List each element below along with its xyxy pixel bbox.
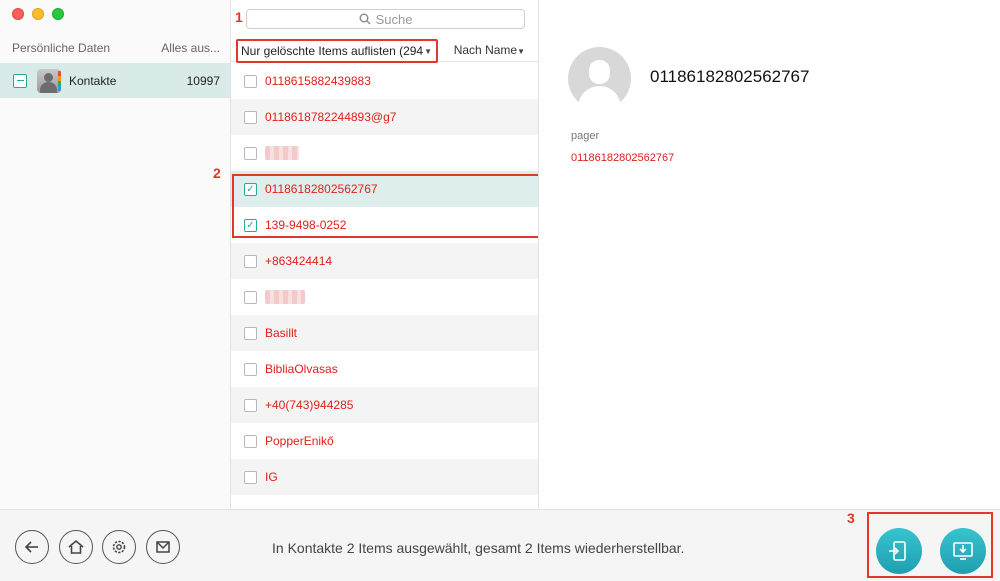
- redacted-name: [265, 146, 299, 160]
- mail-button[interactable]: [146, 530, 180, 564]
- sidebar-header-title: Persönliche Daten: [12, 41, 111, 55]
- list-item[interactable]: Basillt: [231, 315, 538, 351]
- item-name: PopperEnikő: [265, 434, 334, 448]
- item-name: IG: [265, 470, 278, 484]
- search-field[interactable]: Suche: [246, 9, 525, 29]
- selection-highlight-box: [232, 174, 538, 238]
- list-item[interactable]: PopperEnikő: [231, 423, 538, 459]
- filter-dropdown-label: Nur gelöschte Items auflisten (294: [241, 44, 424, 58]
- list-item[interactable]: 0118615882439883: [231, 63, 538, 99]
- status-text: In Kontakte 2 Items ausgewählt, gesamt 2…: [272, 540, 685, 556]
- item-name: 0118615882439883: [265, 74, 371, 88]
- gear-icon: [112, 540, 126, 554]
- home-button[interactable]: [59, 530, 93, 564]
- recover-to-device-button[interactable]: [876, 528, 922, 574]
- item-checkbox[interactable]: [244, 470, 257, 484]
- item-list-panel: Suche Nur gelöschte Items auflisten (294…: [231, 0, 539, 509]
- item-checkbox[interactable]: [244, 254, 257, 268]
- avatar: [568, 47, 631, 110]
- list-item[interactable]: IG: [231, 459, 538, 495]
- item-checkbox[interactable]: [244, 74, 257, 88]
- back-icon: [24, 541, 38, 553]
- list-item[interactable]: [231, 135, 538, 171]
- app-window: Persönliche Daten Alles aus... Kontakte …: [0, 0, 1000, 581]
- field-label: pager: [571, 130, 600, 142]
- step-marker-1: 1: [235, 9, 243, 25]
- chevron-down-icon: ▼: [424, 46, 433, 56]
- list-item[interactable]: +40(743)944285: [231, 387, 538, 423]
- search-placeholder: Suche: [375, 11, 413, 27]
- list-item[interactable]: 0118618782244893@g7: [231, 99, 538, 135]
- contact-list: 0118615882439883 0118618782244893@g7 ✓ 0…: [231, 63, 538, 495]
- item-name: 0118618782244893@g7: [265, 110, 397, 124]
- to-computer-icon: [953, 542, 973, 560]
- window-controls: [12, 8, 64, 20]
- step-marker-2: 2: [213, 165, 221, 181]
- item-checkbox[interactable]: [244, 110, 257, 124]
- item-checkbox[interactable]: [244, 326, 257, 340]
- step-marker-3: 3: [847, 510, 855, 526]
- list-item[interactable]: BibliaOlvasas: [231, 351, 538, 387]
- filter-bar: Nur gelöschte Items auflisten (294 ▼ Nac…: [231, 35, 538, 63]
- item-name: Basillt: [265, 326, 298, 340]
- settings-button[interactable]: [102, 530, 136, 564]
- item-checkbox[interactable]: [244, 362, 257, 376]
- recover-to-computer-button[interactable]: [940, 528, 986, 574]
- contact-name: 01186182802562767: [650, 67, 810, 86]
- item-checkbox[interactable]: [244, 290, 257, 304]
- to-device-icon: [889, 541, 906, 561]
- mail-icon: [156, 541, 170, 553]
- chevron-down-icon: ▼: [517, 47, 525, 56]
- item-name: +40(743)944285: [265, 398, 354, 412]
- item-checkbox[interactable]: [244, 434, 257, 448]
- zoom-window-button[interactable]: [52, 8, 64, 20]
- back-button[interactable]: [15, 530, 49, 564]
- redacted-name: [265, 290, 305, 304]
- sidebar-header: Persönliche Daten Alles aus...: [12, 41, 220, 55]
- list-item[interactable]: [231, 279, 538, 315]
- sort-dropdown[interactable]: Nach Name▼: [454, 43, 525, 57]
- home-icon: [68, 539, 84, 554]
- item-checkbox[interactable]: [244, 398, 257, 412]
- detail-panel: 01186182802562767 pager 0118618280256276…: [539, 0, 1000, 509]
- item-name: +863424414: [265, 254, 333, 268]
- partial-checkbox[interactable]: [13, 73, 27, 88]
- contacts-icon: [37, 68, 61, 93]
- item-name: BibliaOlvasas: [265, 362, 338, 376]
- item-checkbox[interactable]: [244, 146, 257, 160]
- sidebar: Persönliche Daten Alles aus... Kontakte …: [0, 0, 231, 509]
- close-window-button[interactable]: [12, 8, 24, 20]
- sidebar-item-label: Kontakte: [69, 73, 117, 88]
- sort-dropdown-label: Nach Name: [453, 43, 518, 57]
- sidebar-item-count: 10997: [186, 73, 220, 88]
- filter-dropdown[interactable]: Nur gelöschte Items auflisten (294 ▼: [236, 39, 438, 63]
- deselect-all-link[interactable]: Alles aus...: [161, 41, 220, 55]
- field-value: 01186182802562767: [571, 152, 675, 164]
- sidebar-item-kontakte[interactable]: Kontakte 10997: [0, 63, 230, 98]
- minimize-window-button[interactable]: [32, 8, 44, 20]
- search-icon: [359, 13, 371, 25]
- list-item[interactable]: +863424414: [231, 243, 538, 279]
